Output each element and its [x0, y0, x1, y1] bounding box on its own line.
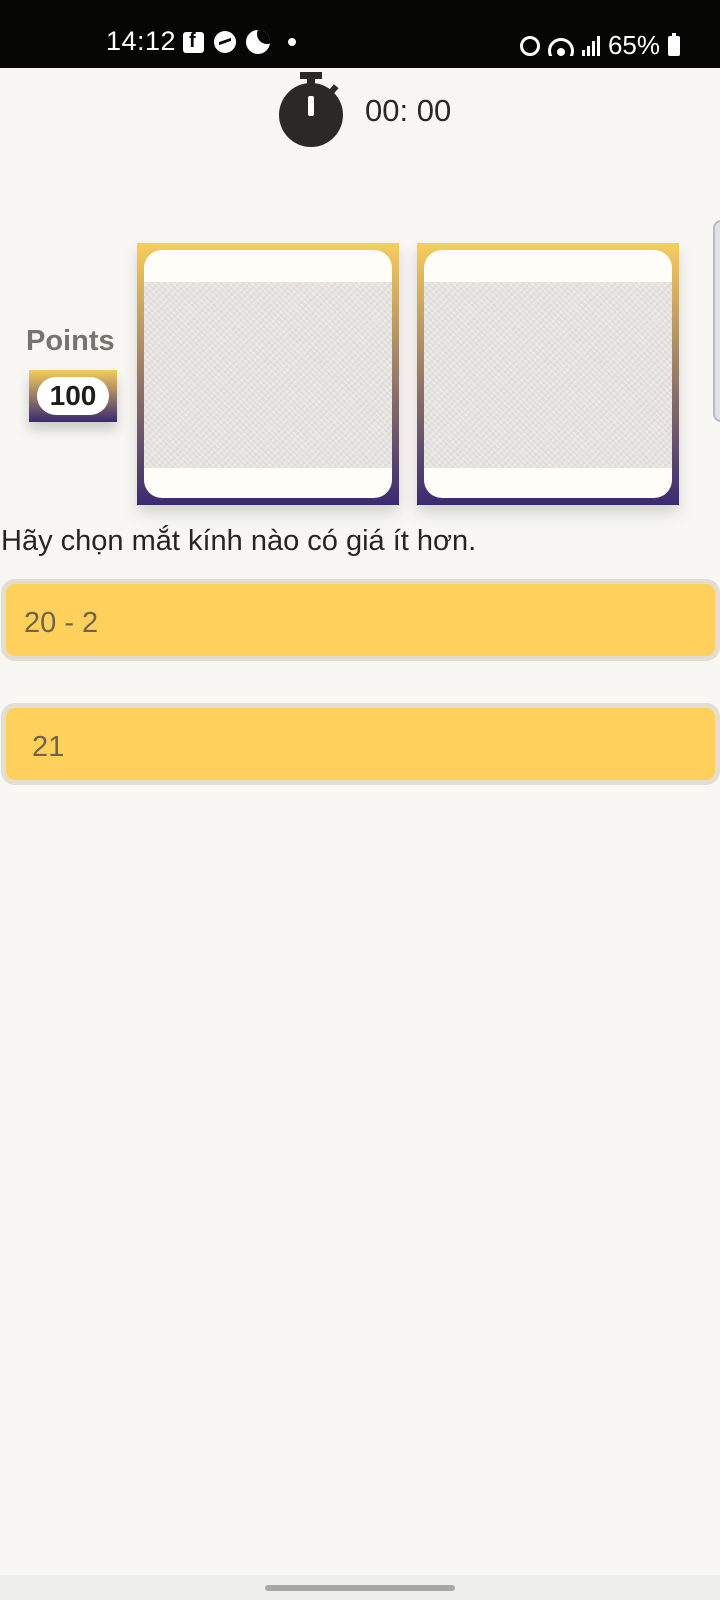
answer-label-1: 20 - 2	[24, 607, 99, 639]
more-notifications-dot-icon	[288, 38, 296, 46]
facebook-icon	[183, 30, 204, 53]
system-icons: 65%	[519, 30, 680, 61]
stopwatch-icon	[279, 72, 343, 147]
status-bar: 14:12 65%	[0, 0, 720, 68]
points-value: 100	[37, 377, 109, 415]
navigation-bar	[0, 1575, 720, 1600]
points-badge: 100	[29, 370, 117, 422]
option-card-1-image	[144, 282, 392, 468]
messenger-icon	[214, 31, 236, 53]
option-card-2[interactable]	[417, 243, 679, 505]
timer-display: 00: 00	[365, 93, 452, 128]
question-text: Hãy chọn mắt kính nào có giá ít hơn.	[1, 525, 477, 557]
option-card-1-frame	[144, 250, 392, 498]
signal-icon	[581, 35, 600, 56]
points-label: Points	[26, 325, 115, 357]
home-gesture-handle[interactable]	[265, 1585, 455, 1591]
battery-icon	[668, 32, 680, 56]
answer-button-1[interactable]: 20 - 2	[1, 579, 720, 661]
status-time: 14:12	[106, 26, 177, 56]
do-not-disturb-icon	[246, 30, 270, 54]
side-scroll-handle[interactable]	[713, 220, 720, 422]
notification-icons	[183, 30, 296, 54]
option-card-2-image	[424, 282, 672, 468]
battery-percent: 65%	[607, 30, 660, 60]
option-card-1[interactable]	[137, 243, 399, 505]
alarm-icon	[519, 35, 540, 56]
answer-label-2: 21	[32, 731, 65, 763]
option-card-2-frame	[424, 250, 672, 498]
wifi-icon	[547, 36, 574, 56]
answer-button-2[interactable]: 21	[1, 703, 720, 785]
